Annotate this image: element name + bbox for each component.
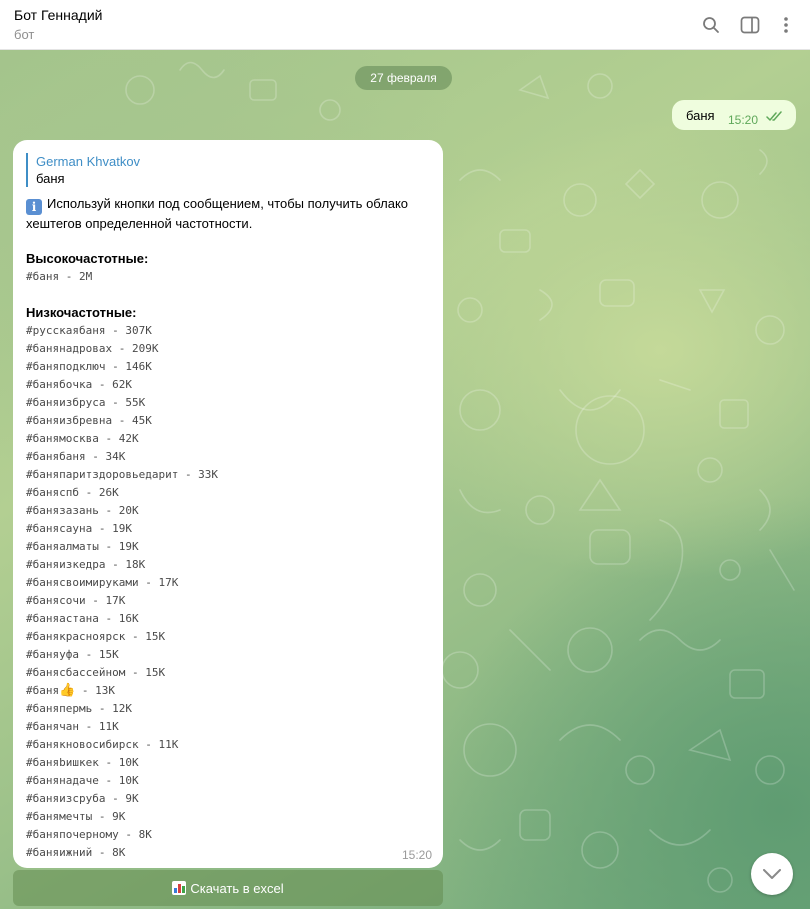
tag-text: #баняижний - 8K xyxy=(26,846,126,859)
tag-text: #баняпаритздоровьедарит - 33K xyxy=(26,468,219,481)
chat-subtitle: бот xyxy=(14,27,35,42)
tag-text: #баняизбревна - 45K xyxy=(26,414,152,427)
low-tag-line: #банямечты - 9K xyxy=(26,808,125,826)
low-tag-line: #русскаябаня - 307K xyxy=(26,322,152,340)
low-tag-line: #баняизбревна - 45K xyxy=(26,412,152,430)
high-frequency-heading: Высокочастотные: xyxy=(26,251,149,266)
low-tag-line: #баняизбруса - 55K xyxy=(26,394,145,412)
low-tag-line: #баняалматы - 19K xyxy=(26,538,139,556)
tag-text: #банясауна - 19K xyxy=(26,522,132,535)
low-tag-line: #банянадровах - 209K xyxy=(26,340,158,358)
info-text: Используй кнопки под сообщением, чтобы п… xyxy=(26,196,409,231)
tag-text: #банякновосибирск - 11K xyxy=(26,738,179,751)
tag-text: #баняуфа - 15K xyxy=(26,648,119,661)
tag-text: #баняизкедра - 18K xyxy=(26,558,146,571)
chat-title[interactable]: Бот Геннадий xyxy=(14,7,102,23)
tag-text: #баняизсруба - 9K xyxy=(26,792,139,805)
tag-text: #банякрасноярск - 15K xyxy=(26,630,166,643)
tag-text: #баняспб - 26K xyxy=(26,486,119,499)
low-tag-line: #баняпочерному - 8K xyxy=(26,826,152,844)
low-tag-line: #баняподключ - 146K xyxy=(26,358,152,376)
low-tag-line: #баняастана - 16K xyxy=(26,610,139,628)
tag-text: #банямосква - 42K xyxy=(26,432,139,445)
tag-text: #банязазань - 20K xyxy=(26,504,139,517)
tag-text: #банянадровах - 209K xyxy=(26,342,159,355)
tag-text: #баняпермь - 12K xyxy=(26,702,132,715)
tag-text: #баняастана - 16K xyxy=(26,612,139,625)
message-time: 15:20 xyxy=(401,848,432,862)
sidebar-toggle-icon[interactable] xyxy=(738,13,762,37)
tag-text: #баня xyxy=(26,684,60,697)
low-tag-line: #банямосква - 42K xyxy=(26,430,139,448)
reply-quote[interactable]: German Khvatkov баня xyxy=(26,153,140,187)
scroll-to-bottom-button[interactable] xyxy=(751,853,793,895)
download-excel-button[interactable]: Скачать в excel xyxy=(13,870,443,906)
more-vertical-icon[interactable] xyxy=(774,13,798,37)
chevron-down-icon xyxy=(763,869,781,879)
low-tag-line: #банясбассейном - 15K xyxy=(26,664,165,682)
low-tag-line: #баняпермь - 12K xyxy=(26,700,132,718)
tag-text: #банясбассейном - 15K xyxy=(26,666,166,679)
low-tag-line: #банязазань - 20K xyxy=(26,502,139,520)
tag-text: #банямечты - 9K xyxy=(26,810,126,823)
tag-text: #баняподключ - 146K xyxy=(26,360,152,373)
low-tag-line: #баняижний - 8K xyxy=(26,844,125,862)
low-frequency-heading: Низкочастотные: xyxy=(26,305,137,320)
info-text-block: i Используй кнопки под сообщением, чтобы … xyxy=(26,195,426,233)
low-tag-line: #банясочи - 17K xyxy=(26,592,125,610)
tag-text: #банясочи - 17K xyxy=(26,594,126,607)
low-tag-line: #банячан - 11K xyxy=(26,718,119,736)
low-tag-line: #банякновосибирск - 11K xyxy=(26,736,178,754)
tag-count: - 13K xyxy=(75,684,116,697)
low-tag-line: #баняуфа - 15K xyxy=(26,646,119,664)
high-tag-line: #баня - 2M xyxy=(26,270,93,283)
low-tag-line: #баняспб - 26K xyxy=(26,484,119,502)
message-time: 15:20 xyxy=(728,113,759,127)
tag-text: #баняизбруса - 55K xyxy=(26,396,146,409)
reply-text: баня xyxy=(36,171,65,186)
low-tag-line: #баняbишкек - 10K xyxy=(26,754,139,772)
info-icon: i xyxy=(26,199,42,215)
tag-text: #баняалматы - 19K xyxy=(26,540,139,553)
tag-text: #баняbишкек - 10K xyxy=(26,756,139,769)
tag-text: #баняпочерному - 8K xyxy=(26,828,152,841)
low-tag-line: #баня👍 - 13K xyxy=(26,682,115,700)
low-tag-line: #банякрасноярск - 15K xyxy=(26,628,165,646)
low-tag-line: #банябочка - 62K xyxy=(26,376,132,394)
tag-text: #банянадаче - 10K xyxy=(26,774,139,787)
search-icon[interactable] xyxy=(699,13,723,37)
double-check-icon xyxy=(766,111,782,121)
low-tag-line: #баняизсруба - 9K xyxy=(26,790,139,808)
chat-area[interactable]: 27 февраля баня 15:20 German Khvatkov ба… xyxy=(0,50,810,909)
low-tag-line: #баняизкедра - 18K xyxy=(26,556,145,574)
date-separator: 27 февраля xyxy=(355,66,452,90)
reply-author: German Khvatkov xyxy=(36,154,141,169)
low-tag-line: #банясауна - 19K xyxy=(26,520,132,538)
bar-chart-icon xyxy=(172,881,187,895)
incoming-message[interactable]: German Khvatkov баня i Используй кнопки п… xyxy=(13,140,443,868)
tag-text: #банясвоимируками - 17K xyxy=(26,576,179,589)
tag-text: #банячан - 11K xyxy=(26,720,119,733)
tag-text: #банябочка - 62K xyxy=(26,378,132,391)
low-tag-line: #банясвоимируками - 17K xyxy=(26,574,178,592)
low-tag-line: #банянадаче - 10K xyxy=(26,772,139,790)
low-tag-line: #банябаня - 34K xyxy=(26,448,125,466)
low-tag-line: #баняпаритздоровьедарит - 33K xyxy=(26,466,218,484)
tag-text: #русскаябаня - 307K xyxy=(26,324,152,337)
outgoing-message[interactable]: баня 15:20 xyxy=(672,100,796,130)
chat-header: Бот Геннадий бот xyxy=(0,0,810,50)
tag-text: #банябаня - 34K xyxy=(26,450,126,463)
thumbs-up-emoji: 👍 xyxy=(59,683,76,698)
download-excel-label: Скачать в excel xyxy=(190,880,284,896)
message-text: баня xyxy=(686,108,715,123)
